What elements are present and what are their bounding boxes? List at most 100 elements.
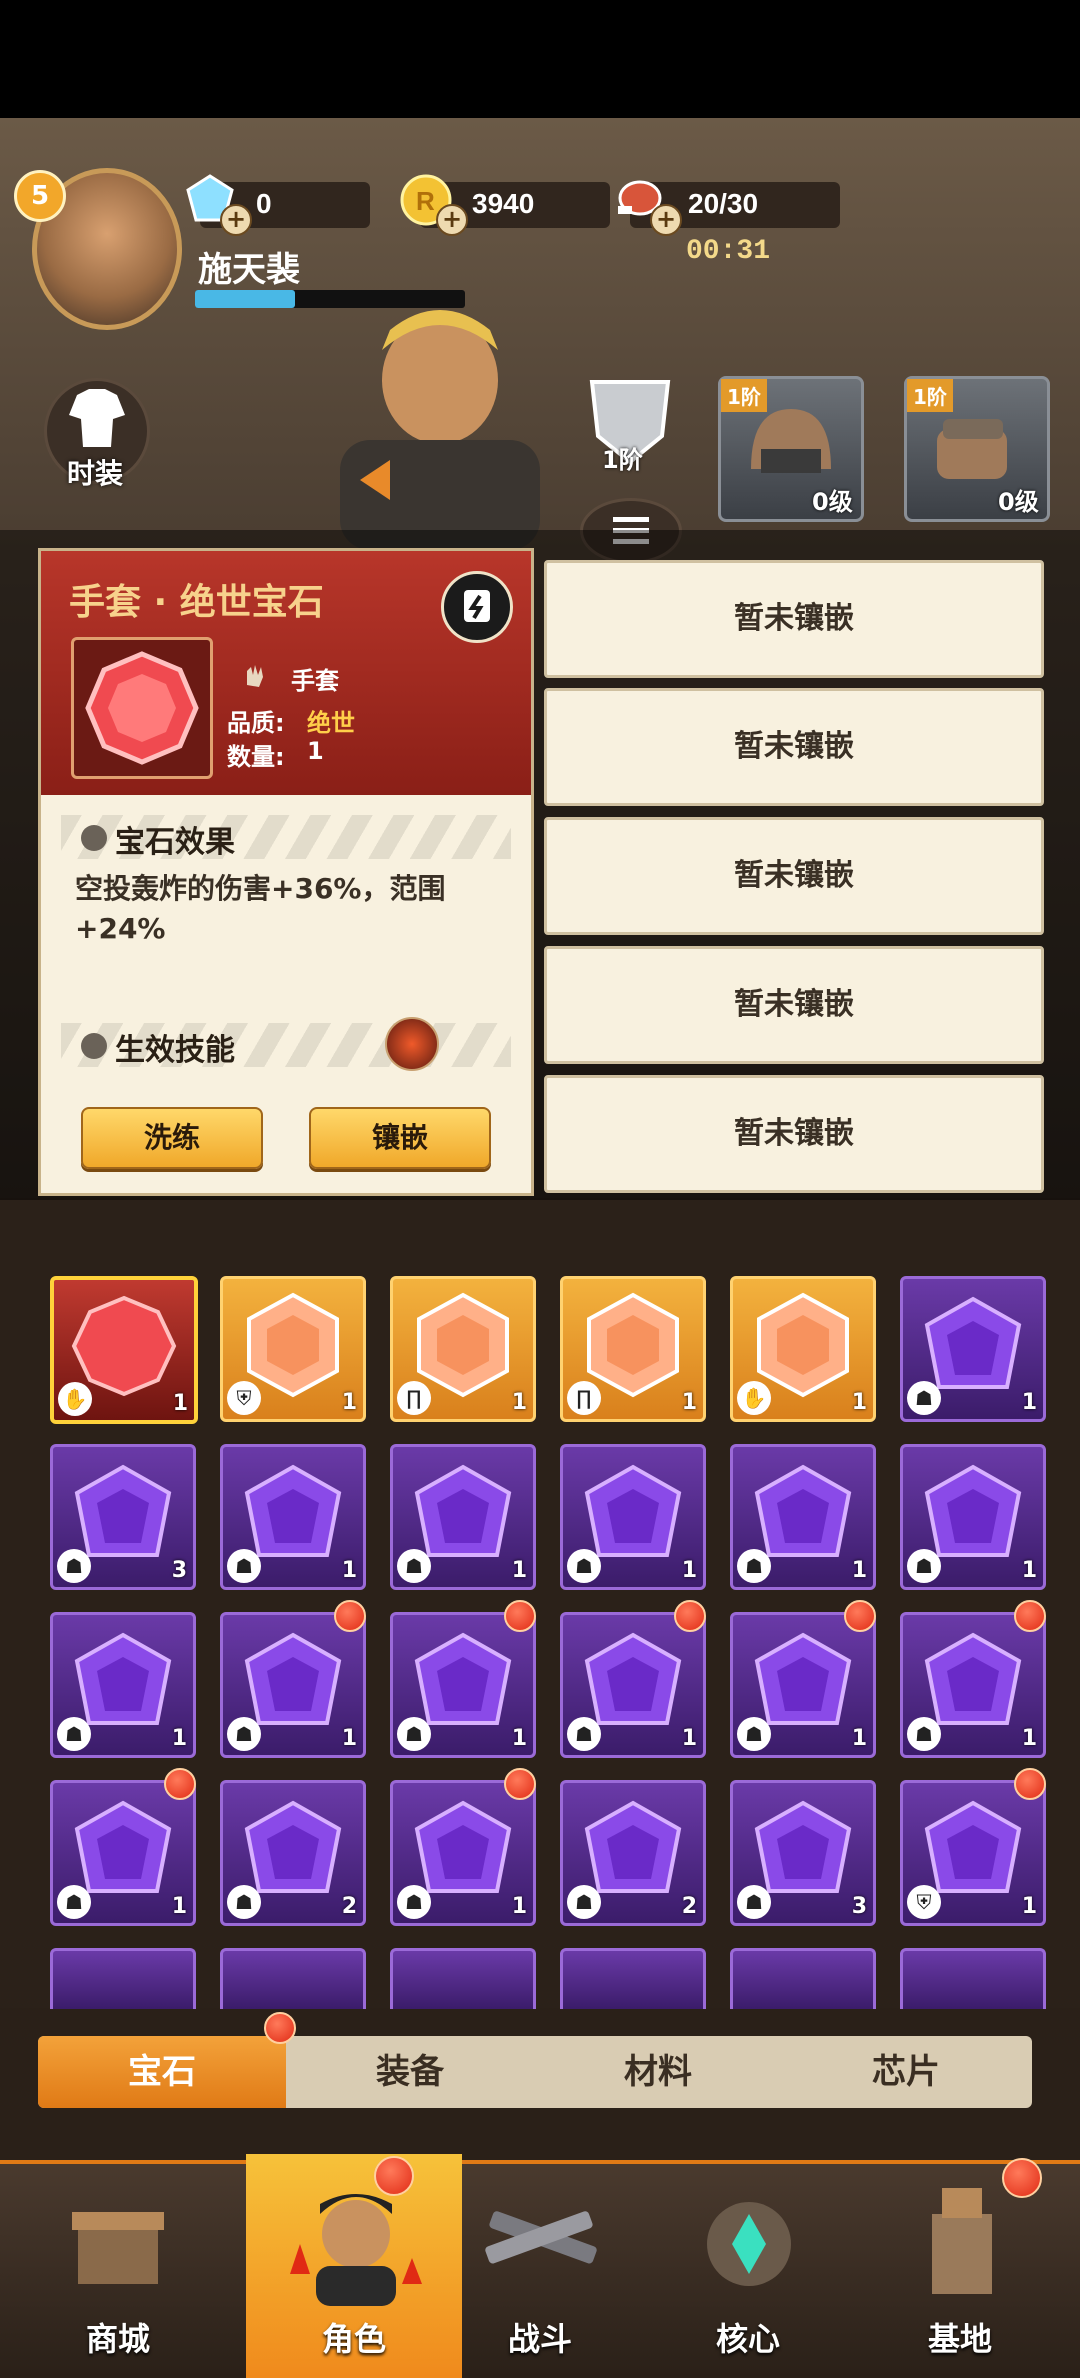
socket-slot-1[interactable]: 暂未镶嵌 <box>544 560 1044 678</box>
helmet-level: 0级 <box>812 488 853 516</box>
gem-cell[interactable]: ☗ 1 <box>220 1444 366 1590</box>
airstrike-skill-icon[interactable] <box>385 1017 439 1071</box>
helmet-slot-icon: ☗ <box>57 1717 91 1751</box>
gem-count: 3 <box>851 1894 867 1919</box>
gem-cell[interactable] <box>560 1948 706 2009</box>
gem-cell[interactable]: ☗ 1 <box>50 1780 196 1926</box>
gem-notification-dot <box>504 1768 536 1800</box>
inlay-button[interactable]: 镶嵌 <box>309 1107 491 1169</box>
costume-label: 时装 <box>66 457 123 490</box>
nav-character-notification <box>374 2156 414 2196</box>
close-icon <box>464 590 490 622</box>
gem-cell[interactable]: ✋ 1 <box>730 1276 876 1422</box>
gem-cell[interactable]: ☗ 1 <box>390 1780 536 1926</box>
gem-count: 1 <box>511 1558 527 1583</box>
gem-cell[interactable] <box>390 1948 536 2009</box>
add-diamond-button[interactable]: + <box>220 204 252 236</box>
category-tabs: 宝石 装备 材料 芯片 <box>38 2036 1032 2108</box>
gem-cell[interactable]: ☗ 1 <box>560 1444 706 1590</box>
effect-title: 宝石效果 <box>115 825 235 860</box>
gem-cell[interactable] <box>730 1948 876 2009</box>
socket-slot-2[interactable]: 暂未镶嵌 <box>544 688 1044 806</box>
gem-count: 1 <box>171 1726 187 1751</box>
gem-cell[interactable]: ⛨ 1 <box>220 1276 366 1422</box>
gem-detail-panel: 手套 · 绝世宝石 手套 品质: 绝世 数量: 1 宝石效果 空投轰炸的伤害+3… <box>38 548 534 1196</box>
gem-cell[interactable]: ☗ 1 <box>560 1612 706 1758</box>
nav-battle[interactable]: 战斗 <box>432 2164 648 2378</box>
gem-cell[interactable]: ☗ 1 <box>730 1612 876 1758</box>
gem-cell[interactable]: ☗ 3 <box>730 1780 876 1926</box>
socket-slot-5[interactable]: 暂未镶嵌 <box>544 1075 1044 1193</box>
gem-preview <box>71 637 213 779</box>
gem-cell[interactable]: ☗ 1 <box>390 1612 536 1758</box>
add-coin-button[interactable]: + <box>436 204 468 236</box>
gem-cell[interactable]: ☗ 1 <box>50 1612 196 1758</box>
socket-slot-3[interactable]: 暂未镶嵌 <box>544 817 1044 935</box>
xp-bar <box>195 290 465 308</box>
tab-gems[interactable]: 宝石 <box>38 2036 286 2108</box>
nav-core-label: 核心 <box>715 2320 780 2358</box>
gem-count: 1 <box>1021 1726 1037 1751</box>
hero-character <box>300 310 580 550</box>
refine-button[interactable]: 洗练 <box>81 1107 263 1169</box>
tab-equipment[interactable]: 装备 <box>286 2036 534 2108</box>
gem-cell[interactable]: ✋ 1 <box>50 1276 198 1424</box>
nav-base[interactable]: 基地 <box>852 2164 1068 2378</box>
gem-notification-dot <box>334 1600 366 1632</box>
gem-cell[interactable]: ☗ 1 <box>900 1612 1046 1758</box>
tab-chips[interactable]: 芯片 <box>782 2036 1030 2108</box>
add-stamina-button[interactable]: + <box>650 204 682 236</box>
shirt-icon <box>69 389 125 447</box>
helmet-slot-icon: ☗ <box>907 1717 941 1751</box>
gem-cell[interactable]: ∏ 1 <box>390 1276 536 1422</box>
gem-count: 1 <box>681 1390 697 1415</box>
gem-count: 1 <box>1021 1390 1037 1415</box>
nav-core[interactable]: 核心 <box>640 2164 856 2378</box>
gem-cell[interactable]: ☗ 2 <box>560 1780 706 1926</box>
gem-count: 3 <box>171 1558 187 1583</box>
gem-cell[interactable]: ☗ 1 <box>730 1444 876 1590</box>
gem-cell[interactable]: ☗ 1 <box>390 1444 536 1590</box>
quantity-value: 1 <box>307 737 324 765</box>
gem-cell[interactable]: ☗ 3 <box>50 1444 196 1590</box>
gem-cell[interactable]: ☗ 1 <box>900 1276 1046 1422</box>
gem-cell[interactable]: ☗ 2 <box>220 1780 366 1926</box>
gem-cell[interactable]: ⛨ 1 <box>900 1780 1046 1926</box>
base-tower-icon <box>932 2188 992 2294</box>
armor-slot-icon: ⛨ <box>227 1381 261 1415</box>
gem-cell[interactable] <box>220 1948 366 2009</box>
quality-label: 品质: <box>227 709 285 737</box>
helmet-slot-icon: ☗ <box>227 1717 261 1751</box>
character-icon <box>290 2194 422 2306</box>
red-gem-icon <box>85 651 199 765</box>
gem-count: 1 <box>341 1726 357 1751</box>
gem-cell[interactable] <box>50 1948 196 2009</box>
skill-bullet-icon <box>81 1033 107 1059</box>
quality-value: 绝世 <box>307 709 355 737</box>
helmet-slot-icon: ☗ <box>907 1381 941 1415</box>
gem-cell[interactable]: ☗ 1 <box>900 1444 1046 1590</box>
shop-icon <box>72 2212 164 2284</box>
gem-count: 1 <box>341 1390 357 1415</box>
nav-character[interactable]: 角色 <box>246 2154 462 2378</box>
close-button[interactable] <box>441 571 513 643</box>
nav-shop[interactable]: 商城 <box>10 2164 226 2378</box>
player-name: 施天裴 <box>198 250 300 290</box>
helmet-slot-icon: ☗ <box>57 1885 91 1919</box>
armor-tier: 1阶 <box>602 446 643 474</box>
gem-count: 1 <box>681 1558 697 1583</box>
socket-slot-4[interactable]: 暂未镶嵌 <box>544 946 1044 1064</box>
gem-cell[interactable] <box>900 1948 1046 2009</box>
nav-base-label: 基地 <box>927 2320 992 2358</box>
gem-cell[interactable]: ☗ 1 <box>220 1612 366 1758</box>
gem-notification-dot <box>504 1600 536 1632</box>
gem-cell[interactable]: ∏ 1 <box>560 1276 706 1422</box>
gem-count: 1 <box>511 1390 527 1415</box>
tab-materials[interactable]: 材料 <box>534 2036 782 2108</box>
svg-text:R: R <box>416 186 435 216</box>
nav-shop-label: 商城 <box>85 2320 150 2358</box>
nav-battle-label: 战斗 <box>507 2320 572 2358</box>
gem-count: 2 <box>681 1894 697 1919</box>
helmet-slot-icon: ☗ <box>907 1549 941 1583</box>
helmet-slot-icon: ☗ <box>227 1549 261 1583</box>
